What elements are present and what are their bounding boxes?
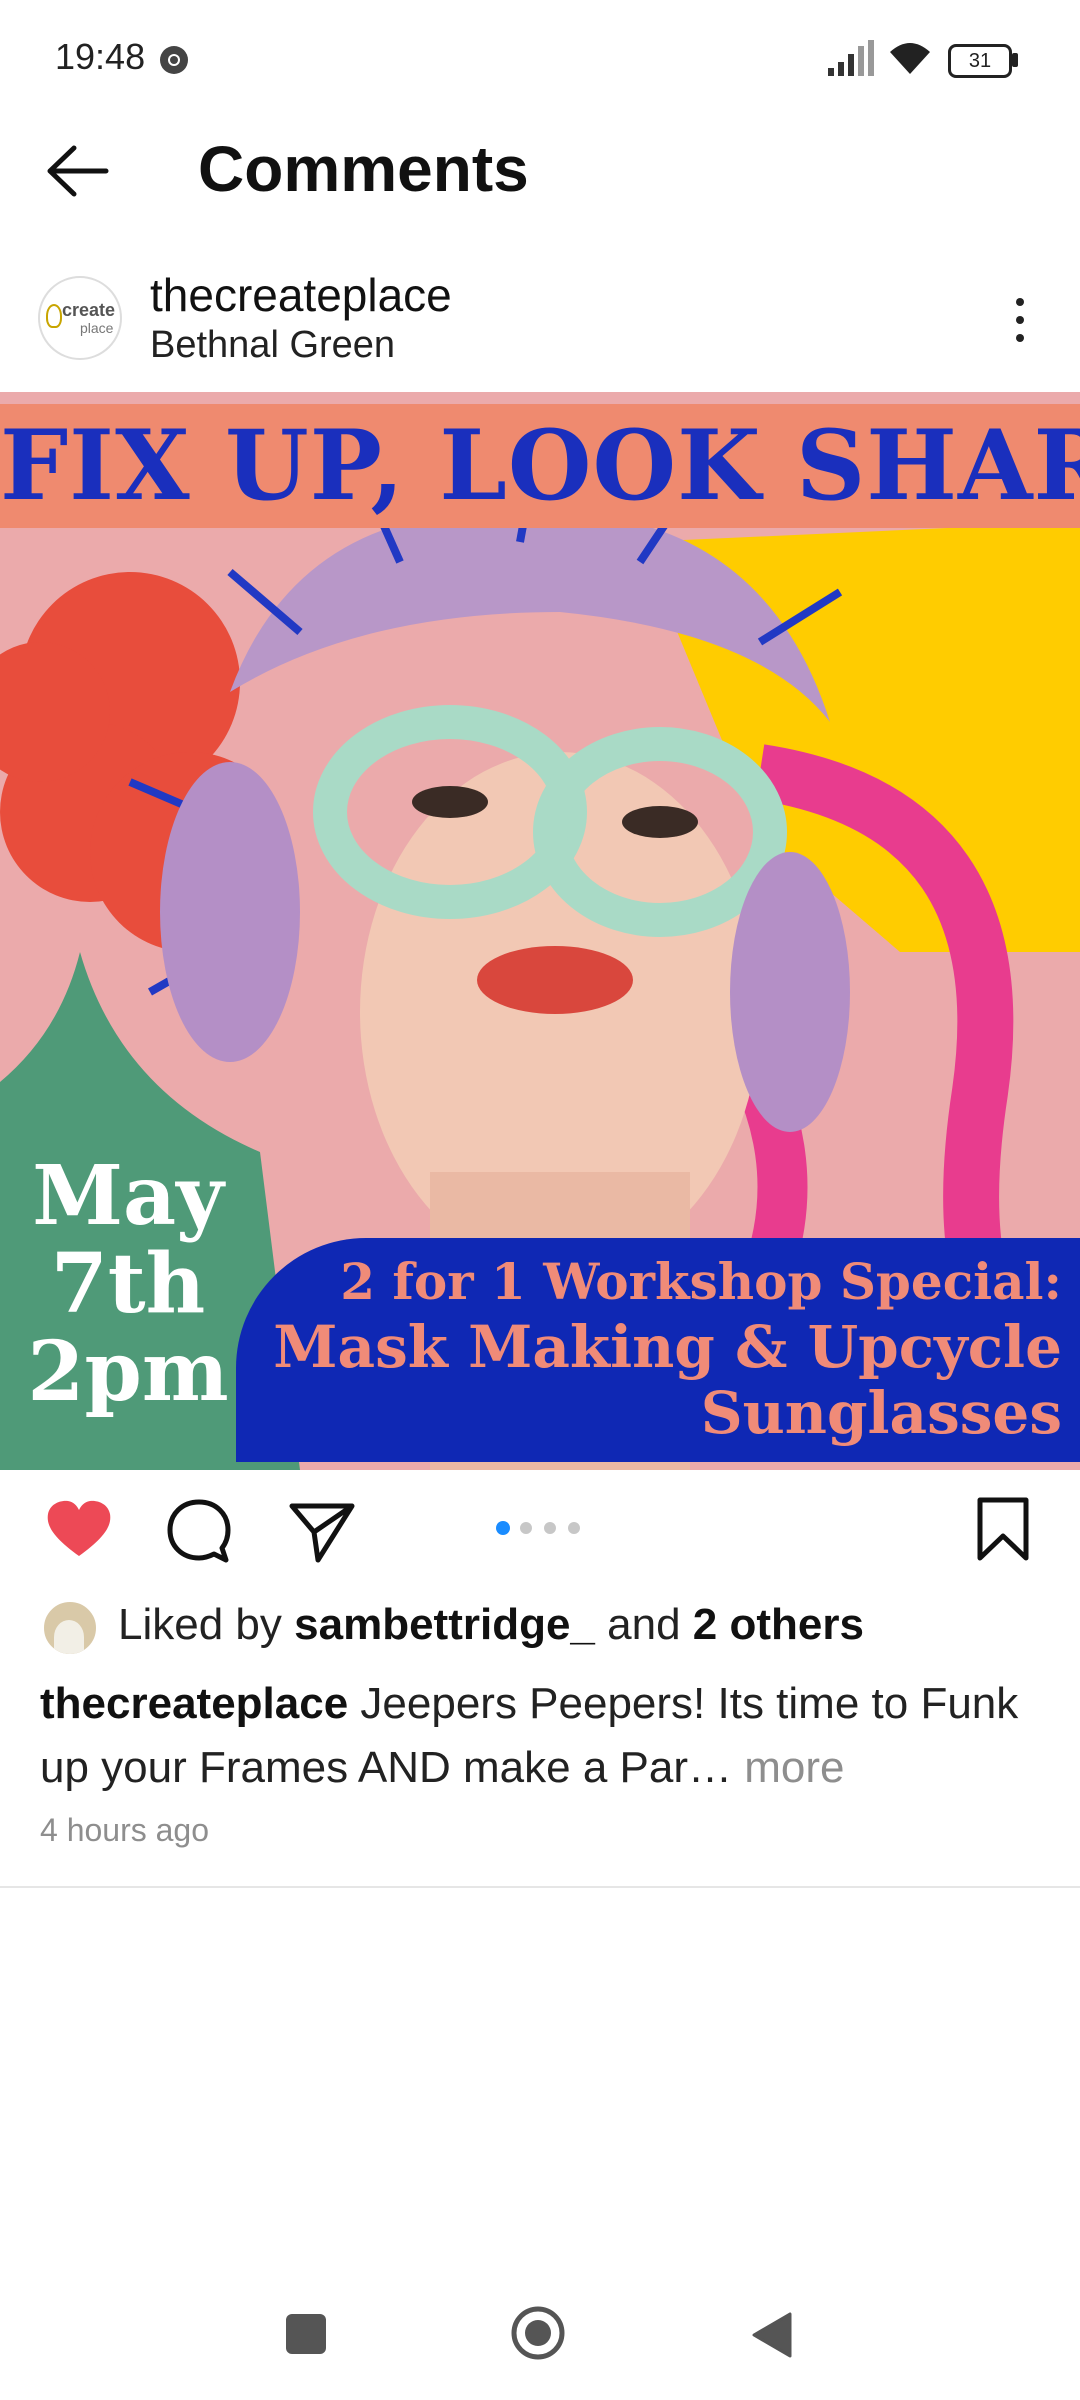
liked-by-user[interactable]: sambettridge_	[294, 1600, 595, 1649]
comment-icon[interactable]	[164, 1496, 234, 1566]
carousel-indicator	[496, 1521, 586, 1536]
post-avatar[interactable]: create place	[38, 276, 122, 360]
page-title: Comments	[198, 133, 529, 205]
wifi-icon	[890, 43, 930, 74]
post-image[interactable]: FIX UP, LOOK SHARP! May 7th 2pm 2 for 1 …	[0, 392, 1080, 1470]
back-arrow-icon[interactable]	[44, 142, 110, 200]
battery-icon: 31	[948, 44, 1018, 78]
promo-line-1: 2 for 1 Workshop Special:	[340, 1252, 1062, 1311]
signal-icon	[828, 40, 874, 76]
status-time: 19:48	[55, 36, 146, 77]
image-date-month: May	[32, 1148, 224, 1244]
recent-apps-button[interactable]	[286, 2314, 326, 2354]
post-timestamp: 4 hours ago	[40, 1812, 210, 1848]
liked-by-text[interactable]: Liked by sambettridge_ and 2 others	[118, 1600, 864, 1650]
divider	[0, 1886, 1080, 1888]
caption-username[interactable]: thecreateplace	[40, 1679, 348, 1728]
chrome-icon	[160, 46, 188, 74]
liker-avatar[interactable]	[42, 1600, 98, 1656]
liked-by-joiner: and	[607, 1600, 681, 1649]
system-back-button[interactable]	[750, 2310, 794, 2360]
image-date: May 7th 2pm	[18, 1152, 238, 1416]
like-heart-icon[interactable]	[44, 1498, 114, 1560]
promo-line-2: Mask Making & Upcycle	[273, 1313, 1062, 1381]
avatar-logo-bottom: place	[80, 320, 114, 336]
lightbulb-icon	[46, 304, 62, 328]
bookmark-icon[interactable]	[974, 1496, 1032, 1562]
image-banner: FIX UP, LOOK SHARP!	[0, 404, 1080, 528]
image-date-day: 7th	[50, 1236, 206, 1332]
battery-level: 31	[948, 44, 1012, 78]
avatar-logo-top: create	[62, 300, 116, 320]
caption-more-link[interactable]: more	[744, 1743, 844, 1792]
promo-line-3: Sunglasses	[700, 1379, 1062, 1447]
share-icon[interactable]	[288, 1500, 356, 1564]
image-promo-text: 2 for 1 Workshop Special: Mask Making & …	[242, 1250, 1062, 1446]
image-date-time: 2pm	[27, 1324, 229, 1420]
post-username[interactable]: thecreateplace	[150, 268, 452, 322]
home-button[interactable]	[510, 2305, 566, 2361]
liked-by-others[interactable]: 2 others	[693, 1600, 864, 1649]
liked-by-prefix: Liked by	[118, 1600, 282, 1649]
more-options-icon[interactable]	[1000, 290, 1040, 350]
post-location[interactable]: Bethnal Green	[150, 324, 395, 367]
post-caption: thecreateplace Jeepers Peepers! Its time…	[40, 1672, 1040, 1800]
